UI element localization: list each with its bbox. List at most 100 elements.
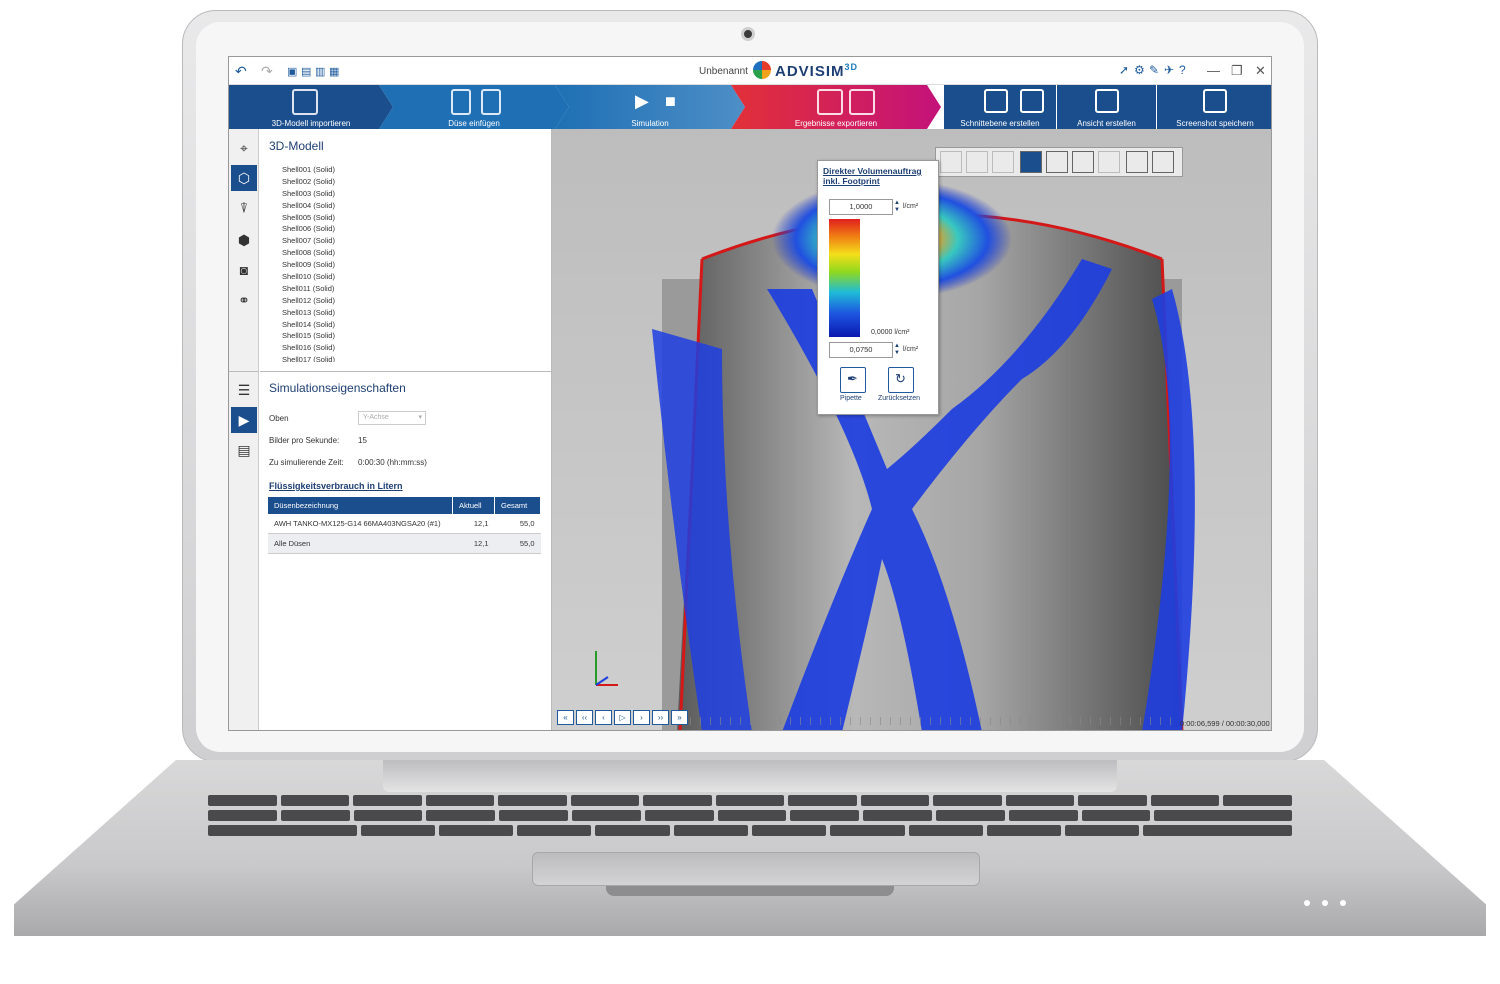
view-front-icon[interactable] — [966, 151, 988, 173]
settings-icon[interactable]: ⚙ — [1134, 63, 1145, 77]
tree-item[interactable]: Shell012 (Solid) — [282, 295, 542, 307]
model-tree-icon[interactable]: ⬡ — [231, 165, 257, 191]
view-wireframe-icon[interactable] — [1072, 151, 1094, 173]
reset-button[interactable]: ↻ — [888, 367, 914, 393]
spin-arrows-icon[interactable]: ▲ ▼ — [894, 343, 900, 357]
logo-sup: 3D — [844, 62, 859, 72]
nozzle-icon[interactable]: ⍒ — [231, 195, 257, 221]
save-icon[interactable]: ▥ — [315, 65, 325, 78]
model-tree[interactable]: Shell001 (Solid) Shell002 (Solid) Shell003… — [282, 164, 542, 362]
tree-item[interactable]: Shell008 (Solid) — [282, 247, 542, 259]
cube-icon[interactable]: ⬢ — [231, 227, 257, 253]
checklist-icon[interactable]: ☰ — [231, 377, 257, 403]
top-axis-label: Oben — [269, 414, 289, 423]
view-shaded-icon[interactable] — [1020, 151, 1042, 173]
fast-back-icon[interactable]: ‹‹ — [576, 710, 593, 725]
max-value-input[interactable]: 1,0000 — [829, 199, 893, 215]
nozzle-icon — [451, 89, 471, 115]
tree-item[interactable]: Shell006 (Solid) — [282, 223, 542, 235]
maximize-icon[interactable]: ❐ — [1231, 63, 1243, 79]
edit-icon[interactable]: ✎ — [1149, 63, 1159, 77]
top-axis-select[interactable]: Y-Achse ▾ — [358, 411, 426, 425]
tree-item[interactable]: Shell015 (Solid) — [282, 330, 542, 342]
view-iso-icon[interactable] — [940, 151, 962, 173]
tree-item[interactable]: Shell001 (Solid) — [282, 164, 542, 176]
stop-icon[interactable]: ■ — [665, 91, 676, 112]
step-export-results[interactable]: Ergebnisse exportieren — [731, 85, 941, 129]
section-plane-icon — [984, 89, 1008, 113]
close-icon[interactable]: ✕ — [1255, 63, 1266, 79]
view-actions-group: Schnittebene erstellen Ansicht erstellen… — [944, 85, 1271, 129]
tree-item[interactable]: Shell002 (Solid) — [282, 176, 542, 188]
tools-icon[interactable]: ✈ — [1164, 63, 1174, 77]
tree-item[interactable]: Shell011 (Solid) — [282, 283, 542, 295]
tree-item[interactable]: Shell013 (Solid) — [282, 307, 542, 319]
total-value: 55,0 — [494, 533, 541, 554]
legend-title: Direkter Volumenauftrag inkl. Footprint — [823, 166, 922, 186]
tree-item[interactable]: Shell004 (Solid) — [282, 200, 542, 212]
spin-arrows-icon[interactable]: ▲ ▼ — [894, 200, 900, 214]
printer-icon — [849, 89, 875, 115]
status-led — [1304, 900, 1310, 906]
view-settings-icon[interactable] — [1152, 151, 1174, 173]
table-row-total[interactable]: Alle Düsen 12,1 55,0 — [268, 533, 541, 554]
laptop-hinge — [383, 760, 1117, 792]
tree-item[interactable]: Shell010 (Solid) — [282, 271, 542, 283]
sim-time-value[interactable]: 0:00:30 (hh:mm:ss) — [358, 458, 427, 467]
play-icon[interactable]: ▷ — [614, 710, 631, 725]
save-screenshot-button[interactable]: Screenshot speichern — [1156, 85, 1271, 129]
rocket-icon[interactable]: ➚ — [1119, 63, 1129, 77]
view-render-icon[interactable] — [1126, 151, 1148, 173]
fast-forward-icon[interactable]: ›› — [652, 710, 669, 725]
webcam — [741, 27, 755, 41]
play-icon[interactable]: ▶ — [635, 91, 649, 112]
tree-item[interactable]: Shell005 (Solid) — [282, 212, 542, 224]
threshold-input[interactable]: 0,0750 — [829, 342, 893, 358]
z-axis-icon — [595, 676, 609, 686]
status-led — [1340, 900, 1346, 906]
nozzle-tool-icon[interactable]: ⌖ — [231, 135, 257, 161]
cube-import-icon — [292, 89, 318, 115]
pipette-button[interactable]: ✒ — [840, 367, 866, 393]
tree-item[interactable]: Shell017 (Solid) — [282, 354, 542, 362]
trackpad — [532, 852, 980, 886]
redo-icon[interactable]: ↷ — [261, 63, 273, 80]
layers-icon[interactable]: ▤ — [231, 437, 257, 463]
step-insert-nozzle[interactable]: Düse einfügen — [379, 85, 569, 129]
new-file-icon[interactable]: ▣ — [287, 65, 297, 78]
save-as-icon[interactable]: ▦ — [329, 65, 339, 78]
fps-value[interactable]: 15 — [358, 436, 367, 445]
simulation-settings-icon[interactable]: ▶ — [231, 407, 257, 433]
legend-title-line1: Direkter Volumenauftrag — [823, 166, 922, 176]
table-row[interactable]: AWH TANKO-MX125-G14 66MA403NGSA20 (#1) 1… — [268, 514, 541, 534]
tree-item[interactable]: Shell016 (Solid) — [282, 342, 542, 354]
skip-end-icon[interactable]: » — [671, 710, 688, 725]
view-side-icon[interactable] — [992, 151, 1014, 173]
step-forward-icon[interactable]: › — [633, 710, 650, 725]
step-import-model[interactable]: 3D-Modell importieren — [229, 85, 393, 129]
timeline-slider[interactable] — [690, 717, 1180, 725]
tree-item[interactable]: Shell009 (Solid) — [282, 259, 542, 271]
3d-viewport[interactable]: Direkter Volumenauftrag inkl. Footprint 1… — [552, 129, 1271, 730]
view-hidden-icon[interactable] — [1098, 151, 1120, 173]
minimize-icon[interactable]: — — [1207, 63, 1220, 78]
create-section-button[interactable]: Schnittebene erstellen — [944, 85, 1056, 129]
help-icon[interactable]: ? — [1179, 63, 1186, 77]
camera-screenshot-icon — [1203, 89, 1227, 113]
color-legend: Direkter Volumenauftrag inkl. Footprint 1… — [817, 160, 939, 415]
tree-item[interactable]: Shell003 (Solid) — [282, 188, 542, 200]
undo-icon[interactable]: ↶ — [235, 63, 247, 80]
step-back-icon[interactable]: ‹ — [595, 710, 612, 725]
create-view-button[interactable]: Ansicht erstellen — [1056, 85, 1156, 129]
link-icon[interactable]: ⚭ — [231, 287, 257, 313]
step-simulation[interactable]: ▶ ■ Simulation — [555, 85, 745, 129]
status-led — [1322, 900, 1328, 906]
tree-item[interactable]: Shell014 (Solid) — [282, 319, 542, 331]
view-orbit-icon[interactable] — [1046, 151, 1068, 173]
camera-icon[interactable]: ◙ — [231, 257, 257, 283]
open-file-icon[interactable]: ▤ — [301, 65, 311, 78]
skip-start-icon[interactable]: « — [557, 710, 574, 725]
section-cube-icon — [1020, 89, 1044, 113]
tree-item[interactable]: Shell007 (Solid) — [282, 235, 542, 247]
chevron-down-icon: ▾ — [418, 414, 422, 421]
